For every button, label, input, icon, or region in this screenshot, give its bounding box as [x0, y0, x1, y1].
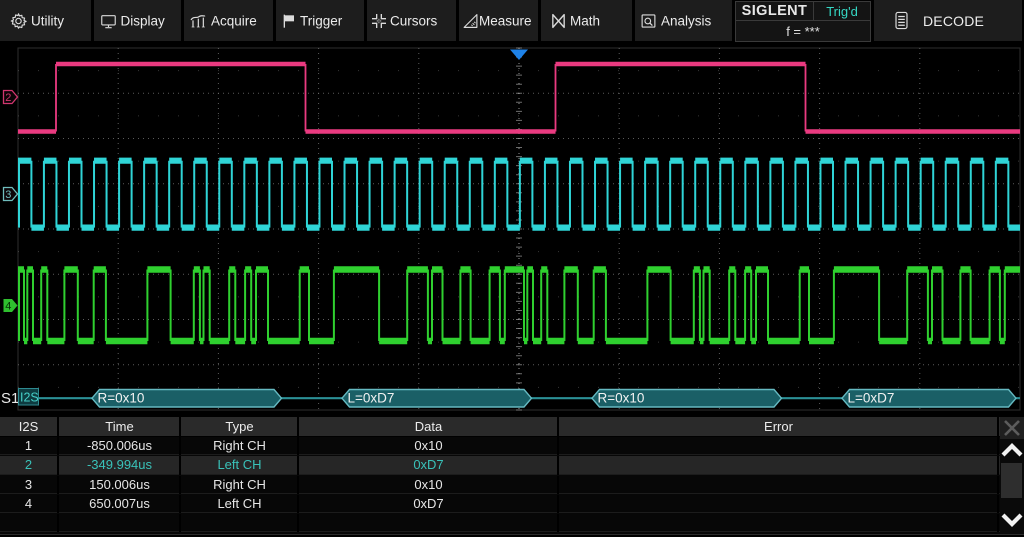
svg-text:R=0x10: R=0x10 — [598, 391, 645, 406]
svg-text:I2S: I2S — [20, 391, 39, 405]
svg-text:L=0xD7: L=0xD7 — [848, 391, 895, 406]
svg-text:L=0xD7: L=0xD7 — [348, 391, 395, 406]
svg-text:R=0x10: R=0x10 — [98, 391, 145, 406]
svg-text:2: 2 — [5, 92, 11, 104]
svg-text:S1: S1 — [1, 390, 19, 407]
svg-text:4: 4 — [5, 301, 11, 313]
svg-text:3: 3 — [5, 189, 11, 201]
